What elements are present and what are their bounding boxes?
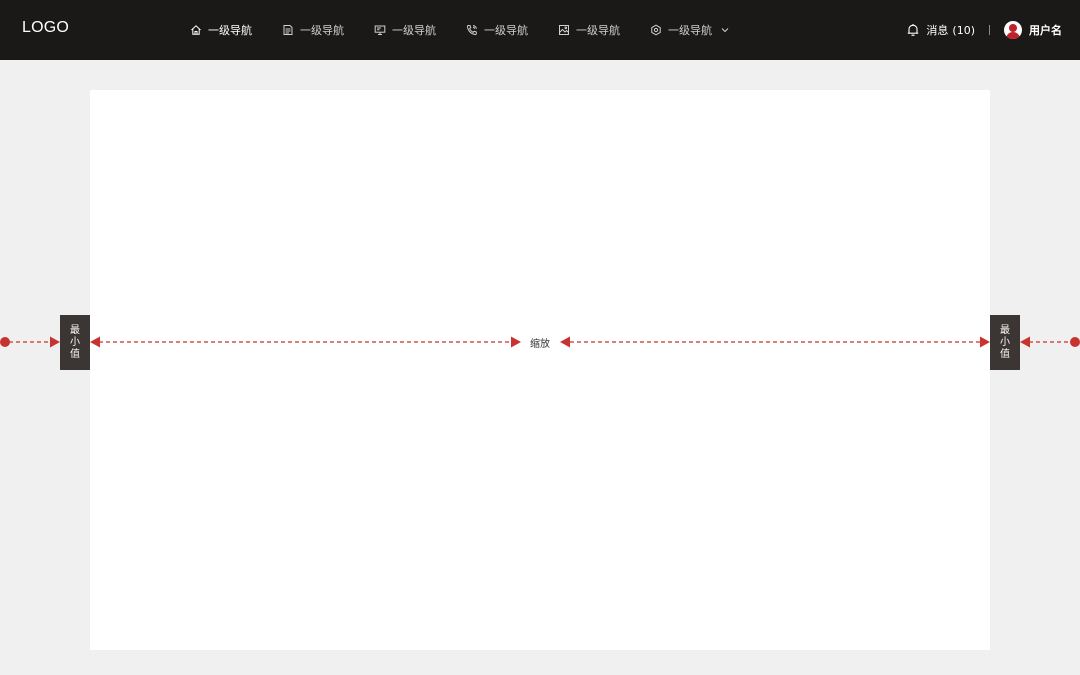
monitor-icon — [374, 25, 386, 35]
nav-item-label: 一级导航 — [300, 24, 344, 37]
nav-item-label: 一级导航 — [576, 24, 620, 37]
nav-item-label: 一级导航 — [484, 24, 528, 37]
nav-item-label: 一级导航 — [208, 24, 252, 37]
nav-item-1[interactable]: 一级导航 — [190, 0, 252, 60]
min-char: 最 — [1000, 324, 1010, 336]
username[interactable]: 用户名 — [1029, 22, 1062, 38]
right-min-marker: 最 小 值 — [990, 315, 1020, 370]
nav-item-4[interactable]: 一级导航 — [466, 0, 528, 60]
scale-label: 缩放 — [522, 335, 558, 350]
settings-icon — [651, 24, 661, 36]
home-icon — [191, 25, 201, 35]
nav-item-label: 一级导航 — [668, 24, 712, 37]
min-char: 最 — [70, 324, 80, 336]
messages-count: (10) — [952, 23, 975, 37]
messages-link[interactable]: 消息 (10) — [926, 22, 975, 38]
bell-icon[interactable] — [906, 23, 920, 37]
header-divider — [989, 25, 990, 35]
nav-item-label: 一级导航 — [392, 24, 436, 37]
min-char: 小 — [1000, 336, 1010, 348]
phone-call-icon — [466, 25, 477, 36]
document-icon — [283, 25, 293, 35]
right-drag-dot — [1070, 337, 1080, 347]
logo[interactable]: LOGO — [22, 19, 69, 37]
min-char: 值 — [70, 348, 80, 360]
nav-item-5[interactable]: 一级导航 — [558, 0, 620, 60]
nav-item-6-dropdown[interactable]: 一级导航 — [650, 0, 730, 60]
avatar[interactable] — [1004, 21, 1022, 39]
image-icon — [559, 25, 569, 35]
min-char: 小 — [70, 336, 80, 348]
min-char: 值 — [1000, 348, 1010, 360]
primary-nav: 一级导航 一级导航 一级导航 一级导航 一级导航 一级导航 — [190, 0, 760, 60]
header-right: 消息 (10) 用户名 — [906, 0, 1062, 60]
left-min-marker: 最 小 值 — [60, 315, 90, 370]
messages-label: 消息 — [926, 24, 949, 37]
chevron-down-icon — [721, 28, 729, 33]
left-outer-arrowhead — [50, 336, 60, 348]
left-drag-dot — [0, 337, 10, 347]
content-panel — [90, 90, 990, 650]
nav-item-2[interactable]: 一级导航 — [282, 0, 344, 60]
top-bar: LOGO 一级导航 一级导航 一级导航 一级导航 一级导航 一级导航 消息 (1… — [0, 0, 1080, 60]
nav-item-3[interactable]: 一级导航 — [374, 0, 436, 60]
right-outer-arrowhead — [1020, 336, 1030, 348]
